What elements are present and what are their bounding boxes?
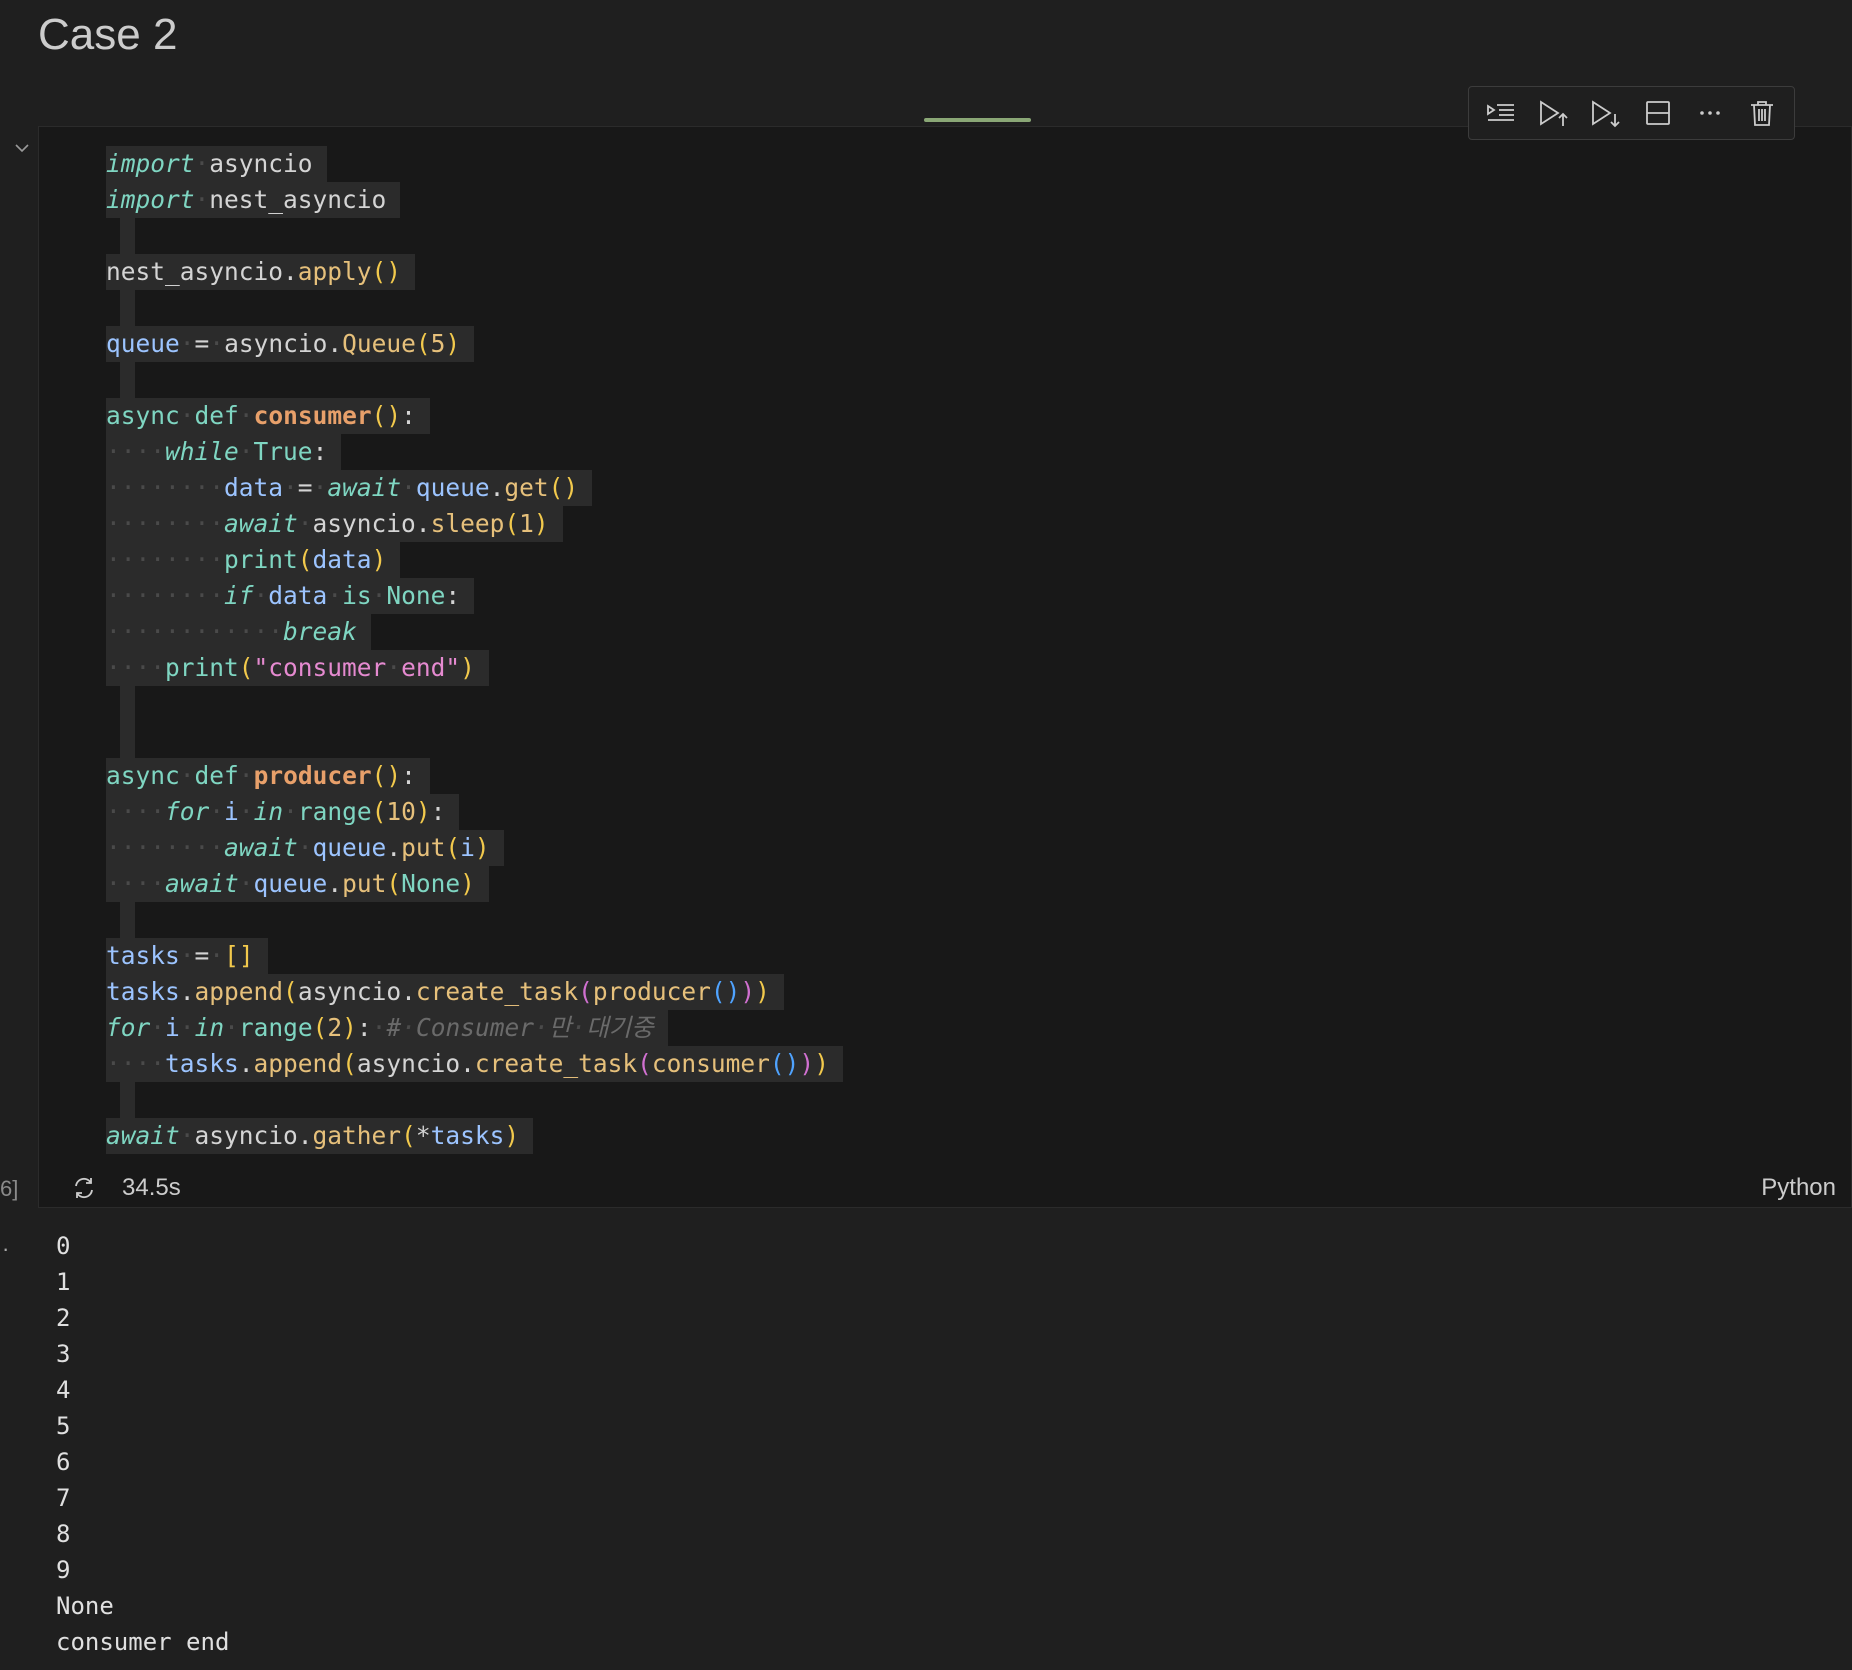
output-line: 1 bbox=[56, 1268, 71, 1296]
code-editor[interactable]: import·asyncio import·nest_asyncio nest_as… bbox=[106, 146, 843, 1154]
execution-duration: 34.5s bbox=[122, 1174, 181, 1201]
code-line: import·nest_asyncio bbox=[106, 182, 843, 218]
output-line: 6 bbox=[56, 1448, 71, 1476]
output-line: 0 bbox=[56, 1232, 71, 1260]
code-line: ····while·True: bbox=[106, 434, 843, 470]
execute-below-icon bbox=[1592, 100, 1621, 128]
code-line: queue·=·asyncio.Queue(5) bbox=[106, 326, 843, 362]
code-line: ········await·asyncio.sleep(1) bbox=[106, 506, 843, 542]
code-line: ············break bbox=[106, 614, 843, 650]
code-line: import·asyncio bbox=[106, 146, 843, 182]
execute-above-icon bbox=[1540, 100, 1568, 126]
output-line: 3 bbox=[56, 1340, 71, 1368]
more-icon bbox=[1699, 111, 1720, 115]
code-line bbox=[106, 1082, 843, 1118]
cell-drag-indicator bbox=[924, 118, 1031, 122]
output-line: None bbox=[56, 1592, 114, 1620]
run-by-line-icon bbox=[1487, 104, 1515, 121]
code-line: async·def·producer(): bbox=[106, 758, 843, 794]
run-by-line-button[interactable] bbox=[1481, 93, 1521, 133]
split-cell-button[interactable] bbox=[1638, 93, 1678, 133]
code-line: ········print(data) bbox=[106, 542, 843, 578]
code-line: ····tasks.append(asyncio.create_task(con… bbox=[106, 1046, 843, 1082]
code-line: await·asyncio.gather(*tasks) bbox=[106, 1118, 843, 1154]
code-line: ········if·data·is·None: bbox=[106, 578, 843, 614]
code-line: ········await·queue.put(i) bbox=[106, 830, 843, 866]
output-line: 7 bbox=[56, 1484, 71, 1512]
execution-count: 6] bbox=[0, 1176, 19, 1201]
output-line: consumer end bbox=[56, 1628, 230, 1656]
code-line: ········data·=·await·queue.get() bbox=[106, 470, 843, 506]
kernel-language-button[interactable]: Python bbox=[1761, 1174, 1836, 1202]
chevron-down-icon[interactable] bbox=[12, 138, 32, 158]
code-line bbox=[106, 686, 843, 722]
split-cell-icon bbox=[1645, 101, 1670, 125]
code-line bbox=[106, 290, 843, 326]
refresh-icon bbox=[75, 1177, 93, 1199]
code-line: ····print("consumer·end") bbox=[106, 650, 843, 686]
code-line bbox=[106, 218, 843, 254]
output-line: 8 bbox=[56, 1520, 71, 1548]
code-line bbox=[106, 722, 843, 758]
output-line: 4 bbox=[56, 1376, 71, 1404]
trash-icon bbox=[1750, 101, 1773, 126]
section-heading: Case 2 bbox=[38, 10, 178, 59]
output-indicator: · bbox=[2, 1236, 10, 1261]
code-line bbox=[106, 902, 843, 938]
cell-toolbar bbox=[1468, 86, 1795, 140]
code-line: tasks·=·[] bbox=[106, 938, 843, 974]
execute-below-button[interactable] bbox=[1585, 93, 1625, 133]
code-line: for·i·in·range(2):·#·Consumer·만·대기중 bbox=[106, 1010, 843, 1046]
output-line: 9 bbox=[56, 1556, 71, 1584]
code-line: async·def·consumer(): bbox=[106, 398, 843, 434]
output-line: 5 bbox=[56, 1412, 71, 1440]
execute-above-button[interactable] bbox=[1533, 93, 1573, 133]
cell-output: 0 1 2 3 4 5 6 7 8 9 None consumer end bbox=[56, 1228, 229, 1660]
delete-cell-button[interactable] bbox=[1742, 93, 1782, 133]
code-line: tasks.append(asyncio.create_task(produce… bbox=[106, 974, 843, 1010]
code-line: nest_asyncio.apply() bbox=[106, 254, 843, 290]
output-line: 2 bbox=[56, 1304, 71, 1332]
code-line bbox=[106, 362, 843, 398]
code-line: ····for·i·in·range(10): bbox=[106, 794, 843, 830]
code-line: ····await·queue.put(None) bbox=[106, 866, 843, 902]
more-actions-button[interactable] bbox=[1690, 93, 1730, 133]
